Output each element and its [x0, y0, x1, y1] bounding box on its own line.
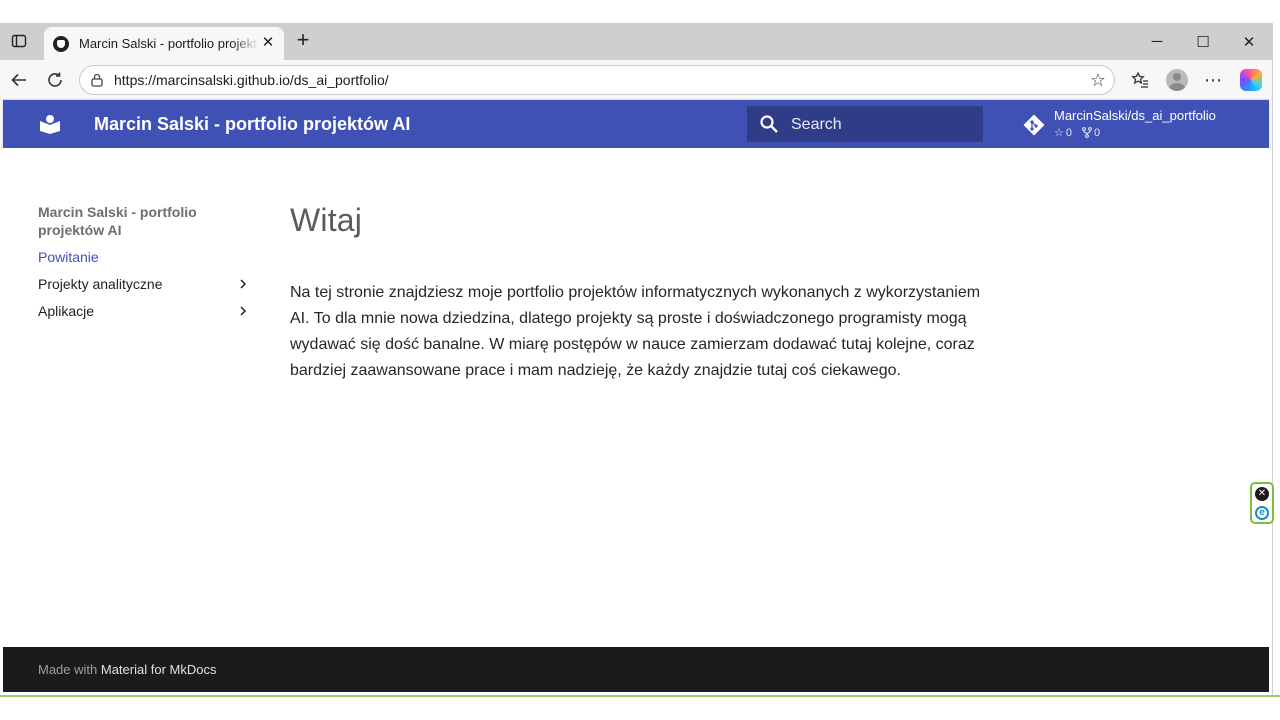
close-circle-icon[interactable]: ✕ [1255, 487, 1269, 501]
minimize-button[interactable]: ─ [1134, 23, 1180, 60]
profile-avatar[interactable] [1164, 67, 1190, 93]
back-arrow-icon[interactable] [6, 67, 32, 93]
more-menu-icon[interactable]: ⋯ [1200, 67, 1226, 93]
page-paragraph: Na tej stronie znajdziesz moje portfolio… [290, 284, 981, 379]
main-content: Marcin Salski - portfolio projektów AI P… [3, 148, 1269, 647]
sidebar-item-label: Projekty analityczne [38, 276, 163, 292]
close-tab-icon[interactable]: ✕ [260, 35, 276, 51]
git-icon [1023, 114, 1045, 136]
search-icon [760, 115, 778, 133]
new-tab-button[interactable]: + [290, 27, 316, 55]
sidebar-title: Marcin Salski - portfolio projektów AI [38, 204, 197, 238]
repo-name: MarcinSalski/ds_ai_portfolio [1054, 108, 1216, 123]
repo-forks: 0 [1082, 126, 1100, 139]
favorite-star-icon[interactable]: ☆ [1090, 70, 1106, 91]
chevron-right-icon [240, 306, 247, 316]
sidebar-item-powitanie[interactable]: Powitanie [38, 247, 248, 267]
close-window-button[interactable]: ✕ [1226, 23, 1272, 60]
site-footer: Made with Material for MkDocs [3, 647, 1269, 692]
page-title: Witaj [290, 202, 363, 238]
site-title[interactable]: Marcin Salski - portfolio projektów AI [94, 114, 410, 135]
browser-tab[interactable]: Marcin Salski - portfolio projektów AI ✕ [44, 27, 284, 60]
repo-stars-count: 0 [1065, 126, 1072, 139]
tab-actions-icon[interactable] [6, 28, 32, 54]
book-logo-icon[interactable] [39, 114, 61, 134]
repo-facts: ☆ 0 0 [1054, 126, 1100, 140]
sidebar-item-aplikacje[interactable]: Aplikacje [38, 301, 248, 321]
sidebar-item-projekty-analityczne[interactable]: Projekty analityczne [38, 274, 248, 294]
browser-tab-strip: Marcin Salski - portfolio projektów AI ✕… [0, 23, 1272, 60]
search-placeholder: Search [791, 116, 842, 133]
footer-made-with: Made with [38, 662, 98, 677]
sidebar-item-label: Aplikacje [38, 303, 95, 319]
screen: Marcin Salski - portfolio projektów AI ✕… [0, 0, 1280, 720]
extension-e-icon[interactable]: e [1255, 506, 1269, 520]
site-info-icon[interactable] [89, 72, 105, 88]
site-header: Marcin Salski - portfolio projektów AI S… [3, 100, 1269, 148]
footer-credit: Made with Material for MkDocs [38, 662, 216, 677]
maximize-button[interactable]: ☐ [1180, 23, 1226, 60]
tab-title: Marcin Salski - portfolio projektów AI [79, 36, 259, 51]
copilot-logo [1240, 69, 1262, 91]
chevron-right-icon [240, 279, 247, 289]
fork-icon [1082, 127, 1092, 138]
address-url: https://marcinsalski.github.io/ds_ai_por… [114, 72, 389, 88]
browser-toolbar: https://marcinsalski.github.io/ds_ai_por… [0, 60, 1272, 100]
profile-icon [1166, 69, 1188, 91]
sidebar-item-label: Powitanie [38, 249, 99, 265]
favorites-icon[interactable] [1127, 67, 1153, 93]
address-bar[interactable]: https://marcinsalski.github.io/ds_ai_por… [79, 65, 1115, 95]
repo-stars: ☆ 0 [1054, 126, 1072, 140]
copilot-icon[interactable] [1238, 67, 1264, 93]
search-box[interactable]: Search [747, 106, 983, 142]
site-favicon-icon [53, 35, 69, 52]
footer-mkdocs-link[interactable]: Material for MkDocs [101, 662, 217, 677]
star-icon: ☆ [1054, 127, 1064, 139]
side-extension-widget[interactable]: ✕ e [1250, 482, 1274, 524]
repo-forks-count: 0 [1094, 126, 1101, 139]
refresh-icon[interactable] [42, 67, 68, 93]
scrollbar[interactable] [1272, 23, 1280, 695]
window-bottom-border [0, 695, 1280, 697]
